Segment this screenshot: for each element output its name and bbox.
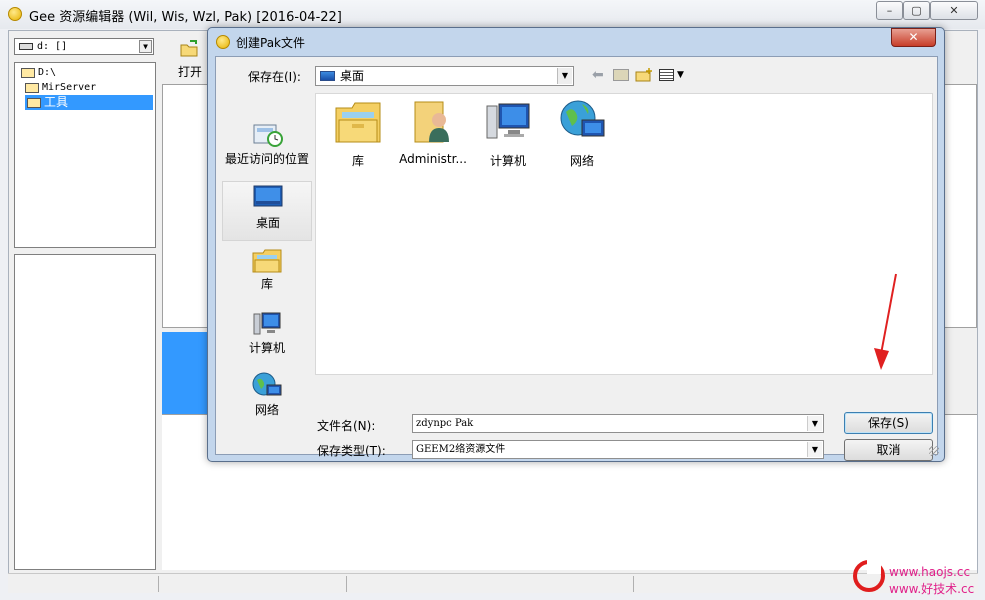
filename-label: 文件名(N): <box>317 419 376 433</box>
open-folder-icon <box>180 40 198 57</box>
drive-select[interactable]: d: [] ▼ <box>14 38 154 55</box>
place-recent[interactable]: 最近访问的位置 <box>222 119 312 179</box>
file-item-library[interactable]: 库 <box>318 98 398 168</box>
file-item-label: 计算机 <box>489 154 526 168</box>
tree-item-mirserver[interactable]: MirServer <box>23 80 96 95</box>
computer-icon <box>486 103 530 139</box>
dialog-titlebar[interactable]: 创建Pak文件 ✕ <box>208 28 944 55</box>
filename-value: zdynpc Pak <box>416 418 474 429</box>
drive-select-value: d: [] <box>37 41 68 52</box>
filetype-label: 保存类型(T): <box>317 444 386 458</box>
save-in-select[interactable]: 桌面 ▼ <box>315 66 574 86</box>
desktop-icon <box>320 71 335 81</box>
drive-icon <box>19 43 33 50</box>
folder-open-icon <box>21 68 35 78</box>
dialog-body: 保存在(I): 桌面 ▼ ⬅ ▼ 最近访问的位置 桌面 库 计算机 网络 库 A… <box>215 56 939 461</box>
library-icon <box>335 102 381 143</box>
app-titlebar: Gee 资源编辑器 (Wil, Wis, Wzl, Pak) [2016-04-… <box>0 0 985 29</box>
filetype-value: GEEM2络资源文件 <box>416 444 506 455</box>
folder-open-icon <box>27 98 41 108</box>
folder-open-icon <box>25 83 39 93</box>
up-folder-icon[interactable] <box>613 69 629 81</box>
back-arrow-icon[interactable]: ⬅ <box>592 67 606 83</box>
app-title: Gee 资源编辑器 (Wil, Wis, Wzl, Pak) [2016-04-… <box>29 10 342 25</box>
save-pak-dialog: 创建Pak文件 ✕ 保存在(I): 桌面 ▼ ⬅ ▼ 最近访问的位置 桌面 库 … <box>207 27 945 462</box>
chevron-down-icon[interactable]: ▼ <box>807 442 822 457</box>
chevron-down-icon[interactable]: ▼ <box>557 68 572 84</box>
file-item-label: 库 <box>351 154 364 168</box>
status-divider <box>633 576 634 592</box>
watermark-logo-icon <box>853 560 885 592</box>
chevron-down-icon[interactable]: ▼ <box>807 416 822 431</box>
dialog-title: 创建Pak文件 <box>236 36 306 50</box>
cancel-button[interactable]: 取消 <box>844 439 933 461</box>
open-button-label: 打开 <box>177 65 202 79</box>
status-bar <box>8 573 978 593</box>
place-label: 桌面 <box>255 216 280 230</box>
status-divider <box>158 576 159 592</box>
network-icon <box>560 100 605 137</box>
watermark-url-cn: www.好技术.cc <box>889 582 975 596</box>
place-network[interactable]: 网络 <box>222 371 312 421</box>
selected-image-strip[interactable] <box>162 332 208 414</box>
file-item-network[interactable]: 网络 <box>542 98 622 168</box>
view-list-icon <box>659 69 674 81</box>
resize-grip-icon[interactable] <box>929 446 939 456</box>
file-item-administrator[interactable]: Administr... <box>393 98 473 168</box>
save-button[interactable]: 保存(S) <box>844 412 933 434</box>
close-button[interactable]: ✕ <box>930 1 978 20</box>
watermark-url: www.haojs.cc <box>889 565 971 579</box>
user-folder-icon <box>414 101 449 143</box>
tree-item-tools[interactable]: 工具 <box>25 95 153 110</box>
minimize-button[interactable]: – <box>876 1 903 20</box>
computer-icon <box>253 312 281 335</box>
place-label: 最近访问的位置 <box>224 152 309 166</box>
tree-item-drive[interactable]: D:\ <box>19 65 56 80</box>
recent-places-icon <box>253 124 283 147</box>
filename-input[interactable]: zdynpc Pak ▼ <box>412 414 824 433</box>
library-icon <box>252 249 282 273</box>
places-bar: 最近访问的位置 桌面 库 计算机 网络 <box>222 119 312 419</box>
tree-item-label: 工具 <box>44 95 69 109</box>
desktop-icon <box>253 185 283 207</box>
status-divider <box>346 576 347 592</box>
new-folder-icon[interactable] <box>635 68 653 82</box>
tree-item-label: D:\ <box>38 67 57 78</box>
annotation-arrow-icon <box>874 273 897 370</box>
dialog-close-button[interactable]: ✕ <box>891 28 936 47</box>
view-menu-button[interactable]: ▼ <box>659 68 687 82</box>
watermark: www.haojs.cc www.好技术.cc <box>853 560 983 598</box>
network-icon <box>252 372 282 396</box>
file-list[interactable] <box>14 254 156 570</box>
save-in-value: 桌面 <box>340 69 365 83</box>
dialog-app-icon <box>216 35 230 49</box>
place-label: 网络 <box>254 403 279 417</box>
file-item-label: Administr... <box>399 152 467 166</box>
place-desktop[interactable]: 桌面 <box>222 181 312 241</box>
file-view[interactable]: 库 Administr... 计算机 网络 <box>315 93 933 375</box>
directory-tree[interactable]: D:\ MirServer 工具 <box>14 62 156 248</box>
place-computer[interactable]: 计算机 <box>222 309 312 359</box>
file-item-computer[interactable]: 计算机 <box>468 98 548 168</box>
app-icon <box>8 7 22 21</box>
open-button[interactable]: 打开 <box>170 38 210 82</box>
maximize-button[interactable]: ▢ <box>903 1 930 20</box>
place-label: 库 <box>260 277 273 291</box>
place-label: 计算机 <box>248 341 285 355</box>
chevron-down-icon[interactable]: ▼ <box>139 40 152 53</box>
file-item-label: 网络 <box>569 154 594 168</box>
place-library[interactable]: 库 <box>222 245 312 295</box>
tree-item-label: MirServer <box>42 82 97 93</box>
filetype-select[interactable]: GEEM2络资源文件 ▼ <box>412 440 824 459</box>
save-in-label: 保存在(I): <box>248 70 301 84</box>
chevron-down-icon: ▼ <box>677 70 684 80</box>
